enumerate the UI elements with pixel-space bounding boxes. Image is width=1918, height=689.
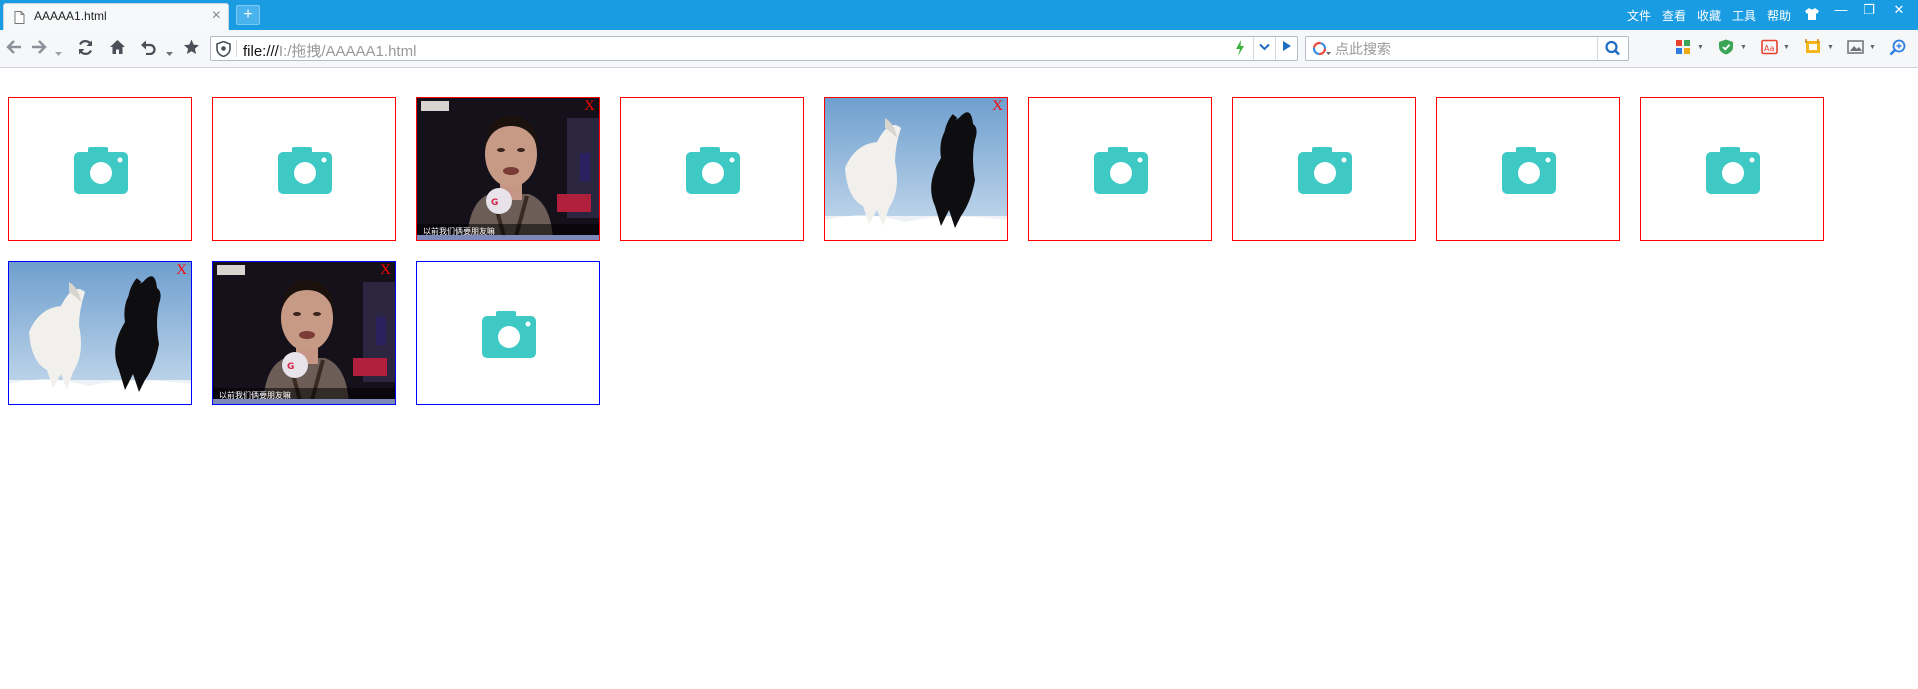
image-toggle-icon[interactable]: ▼ [1847, 39, 1876, 60]
camera-icon [1706, 146, 1760, 199]
home-icon[interactable] [109, 39, 126, 60]
browser-titlebar: AAAAA1.html × + 文件 查看 收藏 工具 帮助 — ❐ ✕ [0, 0, 1918, 30]
address-dropdown-icon[interactable] [1253, 37, 1274, 60]
svg-text:G: G [287, 362, 294, 372]
camera-icon [1094, 146, 1148, 199]
image-slot-filled[interactable]: G 以前我们俩要朋友嘛 X [212, 261, 396, 405]
camera-icon [482, 310, 536, 363]
search-button[interactable] [1597, 37, 1628, 60]
menu-tools[interactable]: 工具 [1732, 7, 1756, 24]
tab-close-icon[interactable]: × [212, 7, 221, 25]
camera-icon [686, 146, 740, 199]
image-slot-filled[interactable]: G 以前我们俩要朋友嘛 X [416, 97, 600, 241]
app-center-icon[interactable]: ▼ [1675, 39, 1704, 60]
screenshot-tool-icon[interactable]: ▼ [1805, 39, 1834, 60]
page-icon [14, 11, 25, 29]
tab-title: AAAAA1.html [34, 9, 107, 23]
favorites-star-icon[interactable] [183, 39, 200, 60]
image-slot-filled[interactable]: X [824, 97, 1008, 241]
speed-mode-bolt-icon[interactable] [1235, 40, 1245, 59]
camera-icon [1502, 146, 1556, 199]
undo-icon[interactable] [140, 39, 157, 60]
image-slot-empty[interactable] [8, 97, 192, 241]
search-input[interactable] [1335, 38, 1585, 59]
address-text[interactable]: file:///I:/拖拽/AAAAA1.html [243, 40, 416, 61]
image-slot-empty[interactable] [1232, 97, 1416, 241]
search-engine-icon[interactable] [1312, 41, 1332, 62]
camera-icon [1298, 146, 1352, 199]
camera-icon [74, 146, 128, 199]
search-box[interactable] [1305, 36, 1629, 61]
horses-photo [9, 262, 191, 404]
remove-image-button[interactable]: X [584, 98, 595, 115]
camera-icon [278, 146, 332, 199]
portrait-photo: G 以前我们俩要朋友嘛 [417, 98, 599, 240]
image-slot-empty[interactable] [1028, 97, 1212, 241]
go-arrow-icon[interactable] [1275, 37, 1298, 60]
remove-image-button[interactable]: X [992, 98, 1003, 115]
image-slot-empty[interactable] [1436, 97, 1620, 241]
portrait-photo: G 以前我们俩要朋友嘛 [213, 262, 395, 404]
horses-photo [825, 98, 1007, 240]
menu-file[interactable]: 文件 [1627, 7, 1651, 24]
address-path: I:/拖拽/AAAAA1.html [278, 43, 417, 60]
browser-toolbar: file:///I:/拖拽/AAAAA1.html ▼ ▼ Aa ▼ ▼ [0, 30, 1918, 68]
minimize-button[interactable]: — [1828, 2, 1854, 22]
security-guard-icon[interactable]: ▼ [1718, 39, 1747, 60]
svg-text:G: G [491, 198, 498, 208]
menu-view[interactable]: 查看 [1662, 7, 1686, 24]
skin-tshirt-icon[interactable] [1804, 7, 1820, 26]
forward-icon[interactable] [31, 39, 47, 60]
portrait-caption: 以前我们俩要朋友嘛 [219, 390, 291, 400]
security-shield-icon[interactable] [216, 40, 231, 62]
menu-help[interactable]: 帮助 [1767, 7, 1791, 24]
history-dropdown-icon[interactable] [55, 44, 62, 62]
new-tab-button[interactable]: + [236, 5, 260, 25]
browser-tab[interactable]: AAAAA1.html × [3, 3, 229, 30]
close-window-button[interactable]: ✕ [1886, 2, 1912, 22]
back-icon[interactable] [6, 39, 22, 60]
image-slot-filled[interactable]: X [8, 261, 192, 405]
svg-text:Aa: Aa [1764, 44, 1774, 53]
image-slot-empty[interactable] [212, 97, 396, 241]
menu-favorites[interactable]: 收藏 [1697, 7, 1721, 24]
remove-image-button[interactable]: X [176, 262, 187, 279]
undo-dropdown-icon[interactable] [166, 44, 173, 62]
remove-image-button[interactable]: X [380, 262, 391, 279]
address-protocol: file:/// [243, 43, 279, 60]
zoom-icon[interactable] [1889, 39, 1907, 62]
restore-button[interactable]: ❐ [1856, 2, 1882, 22]
address-separator [236, 40, 237, 57]
address-bar[interactable]: file:///I:/拖拽/AAAAA1.html [210, 36, 1298, 61]
portrait-caption: 以前我们俩要朋友嘛 [423, 226, 495, 236]
translate-icon[interactable]: Aa ▼ [1761, 39, 1790, 60]
image-slot-empty[interactable] [416, 261, 600, 405]
image-slot-empty[interactable] [620, 97, 804, 241]
refresh-icon[interactable] [77, 39, 94, 61]
image-slot-empty[interactable] [1640, 97, 1824, 241]
